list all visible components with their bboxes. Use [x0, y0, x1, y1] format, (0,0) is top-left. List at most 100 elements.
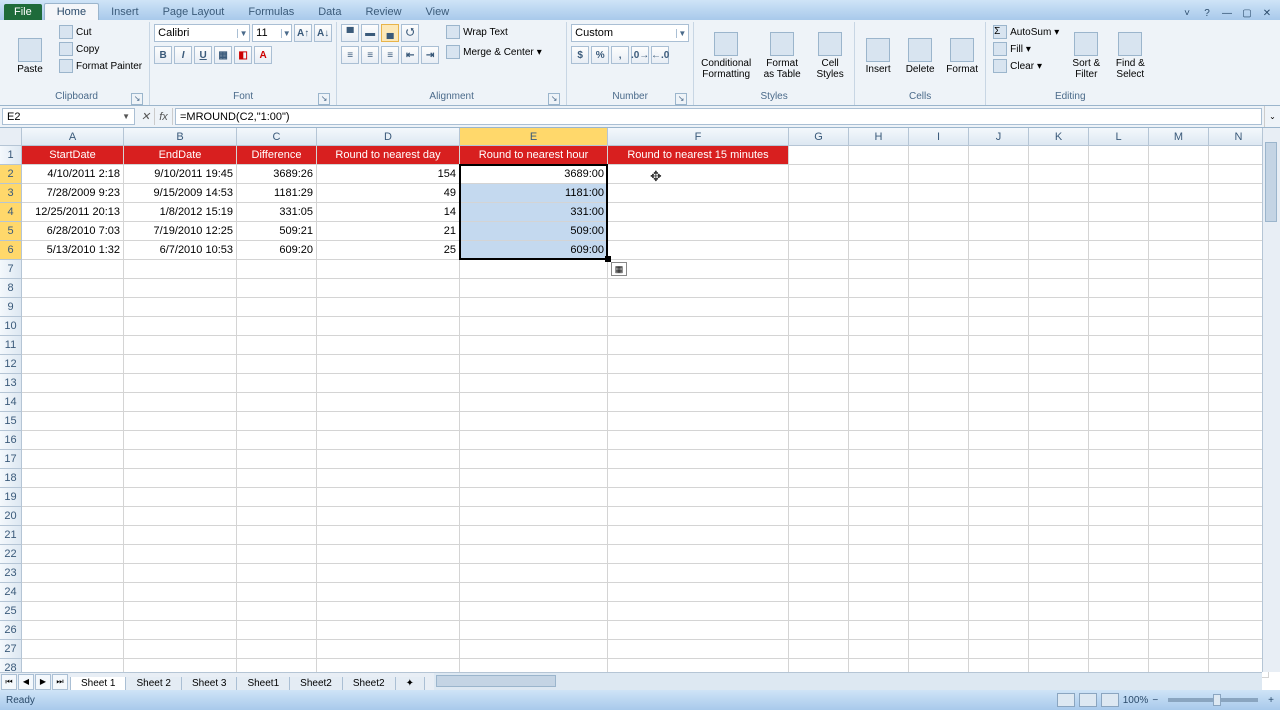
minimize-ribbon-icon[interactable]: ˅ [1180, 6, 1194, 20]
cell[interactable]: 509:21 [237, 222, 317, 241]
cell[interactable] [124, 279, 237, 298]
cell[interactable] [789, 393, 849, 412]
cell[interactable] [909, 431, 969, 450]
fill-button[interactable]: Fill ▾ [990, 41, 1062, 57]
cell[interactable] [1149, 602, 1209, 621]
cell[interactable] [849, 450, 909, 469]
cell[interactable] [608, 298, 789, 317]
cell[interactable] [969, 393, 1029, 412]
cell[interactable] [789, 203, 849, 222]
cell[interactable] [460, 545, 608, 564]
cell[interactable] [317, 317, 460, 336]
horizontal-scrollbar[interactable] [434, 673, 1262, 690]
cell[interactable] [849, 488, 909, 507]
cell[interactable] [460, 336, 608, 355]
data-tab[interactable]: Data [306, 4, 353, 20]
cell[interactable] [849, 374, 909, 393]
cell[interactable] [22, 469, 124, 488]
sheet-prev-button[interactable]: ◀ [18, 674, 34, 690]
cell[interactable] [22, 602, 124, 621]
cell[interactable]: 3689:00 [460, 165, 608, 184]
cell[interactable]: 1181:29 [237, 184, 317, 203]
zoom-slider[interactable] [1168, 698, 1258, 702]
cell[interactable] [969, 317, 1029, 336]
cell[interactable] [909, 222, 969, 241]
cell[interactable] [849, 146, 909, 165]
cell[interactable] [237, 431, 317, 450]
cell[interactable]: 25 [317, 241, 460, 260]
cell[interactable] [124, 355, 237, 374]
help-icon[interactable]: ? [1200, 6, 1214, 20]
sheet-tab[interactable]: Sheet 3 [181, 677, 237, 690]
cell[interactable] [1209, 526, 1269, 545]
cell[interactable] [1029, 203, 1089, 222]
orientation-button[interactable]: ⭯ [401, 24, 419, 42]
cell[interactable] [1029, 374, 1089, 393]
cell[interactable] [789, 602, 849, 621]
fx-button[interactable]: fx [155, 108, 173, 125]
row-header-7[interactable]: 7 [0, 260, 22, 279]
cell[interactable] [317, 355, 460, 374]
cell[interactable] [969, 146, 1029, 165]
cell[interactable] [22, 621, 124, 640]
cell[interactable] [1209, 640, 1269, 659]
cell[interactable] [1209, 412, 1269, 431]
cell[interactable] [1209, 469, 1269, 488]
cell[interactable] [849, 545, 909, 564]
cell[interactable] [969, 260, 1029, 279]
cell[interactable] [460, 279, 608, 298]
column-header-H[interactable]: H [849, 128, 909, 146]
view-tab[interactable]: View [414, 4, 462, 20]
cell[interactable] [1029, 336, 1089, 355]
cell[interactable] [909, 545, 969, 564]
cell[interactable] [969, 602, 1029, 621]
row-header-24[interactable]: 24 [0, 583, 22, 602]
select-all-corner[interactable] [0, 128, 22, 146]
sheet-tab[interactable]: Sheet1 [236, 677, 290, 690]
file-tab[interactable]: File [4, 4, 42, 20]
name-box[interactable]: E2▼ [2, 108, 135, 125]
cell[interactable] [969, 526, 1029, 545]
cell[interactable] [22, 507, 124, 526]
cell[interactable] [789, 526, 849, 545]
cell[interactable] [608, 412, 789, 431]
number-format-combo[interactable]: ▼ [571, 24, 689, 42]
cell[interactable] [22, 336, 124, 355]
cell[interactable] [1149, 260, 1209, 279]
cell[interactable] [460, 298, 608, 317]
cell[interactable] [1089, 545, 1149, 564]
cell[interactable] [1149, 146, 1209, 165]
cell[interactable] [909, 393, 969, 412]
cell[interactable] [1149, 374, 1209, 393]
cell[interactable] [124, 260, 237, 279]
cell[interactable]: 7/19/2010 12:25 [124, 222, 237, 241]
cell[interactable] [124, 488, 237, 507]
cell[interactable] [1209, 336, 1269, 355]
column-header-M[interactable]: M [1149, 128, 1209, 146]
cell[interactable] [1029, 469, 1089, 488]
row-header-9[interactable]: 9 [0, 298, 22, 317]
cell[interactable] [1149, 431, 1209, 450]
cell[interactable] [22, 412, 124, 431]
cell[interactable] [1029, 184, 1089, 203]
cell[interactable] [1089, 640, 1149, 659]
cell[interactable] [789, 412, 849, 431]
cell[interactable] [909, 488, 969, 507]
cell[interactable] [1209, 431, 1269, 450]
cell[interactable]: 12/25/2011 20:13 [22, 203, 124, 222]
cell[interactable] [124, 526, 237, 545]
cell[interactable] [849, 583, 909, 602]
cell[interactable] [1029, 165, 1089, 184]
cell[interactable] [909, 583, 969, 602]
cell[interactable] [1029, 298, 1089, 317]
cell[interactable] [909, 279, 969, 298]
cell[interactable] [1089, 469, 1149, 488]
spreadsheet-grid[interactable]: ABCDEFGHIJKLMN 1234567891011121314151617… [0, 128, 1280, 690]
cell[interactable]: 6/28/2010 7:03 [22, 222, 124, 241]
row-header-5[interactable]: 5 [0, 222, 22, 241]
cell[interactable]: 14 [317, 203, 460, 222]
border-button[interactable]: ▦ [214, 46, 232, 64]
cell[interactable] [1209, 583, 1269, 602]
row-header-6[interactable]: 6 [0, 241, 22, 260]
cell[interactable] [22, 640, 124, 659]
